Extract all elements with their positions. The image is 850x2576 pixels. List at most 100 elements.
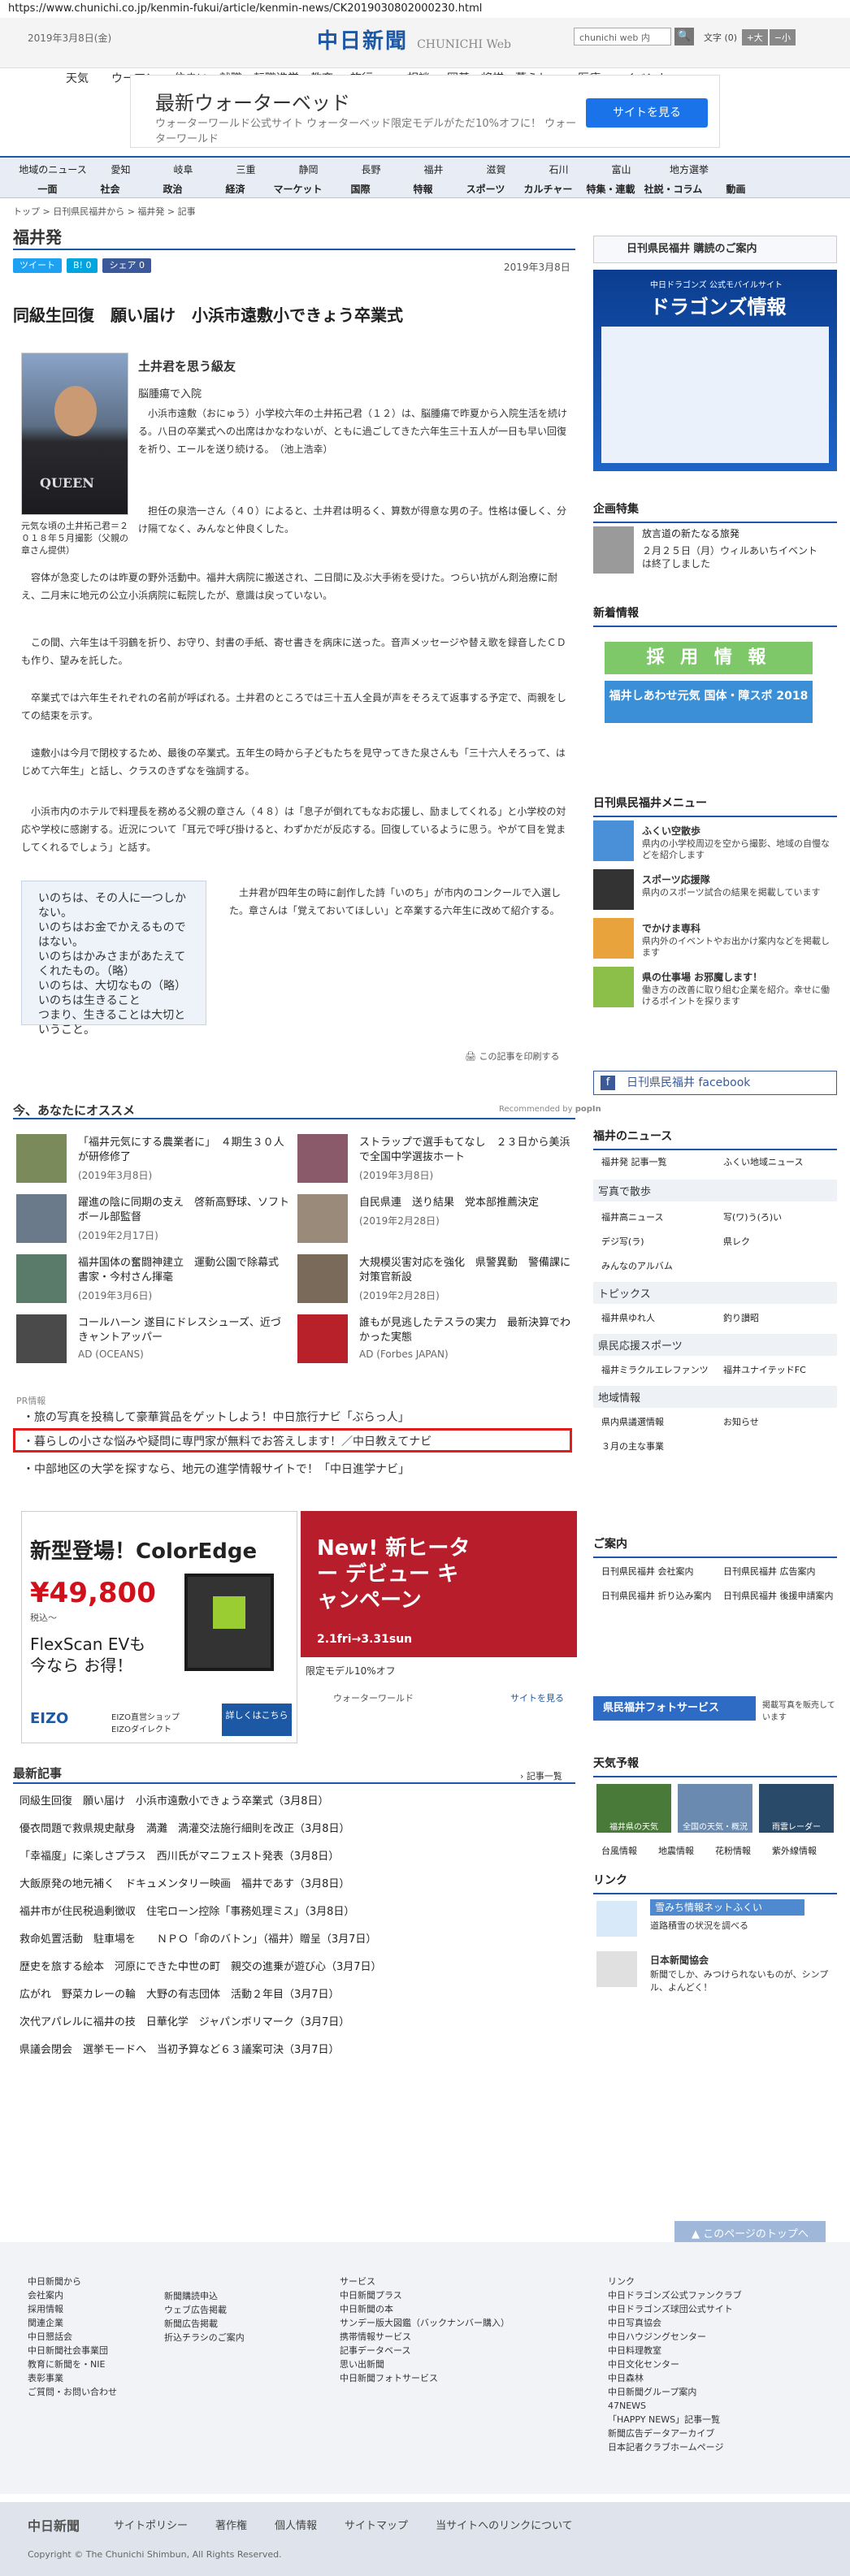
section-nav-item[interactable]: 社説・コラム xyxy=(642,182,705,196)
recommend-thumb[interactable] xyxy=(297,1134,348,1183)
footer-link[interactable]: 中日新聞の本 xyxy=(340,2302,559,2316)
recommend-item[interactable]: コールハーン 遂目にドレスシューズ、近づきャントアッパー AD (OCEANS) xyxy=(16,1313,293,1366)
pr-link-text[interactable]: 旅の写真を投稿して豪華賞品をゲットしよう！中日旅行ナビ「ぶらっ人」 xyxy=(34,1411,410,1424)
section-nav-item[interactable]: 社会 xyxy=(79,182,141,196)
footer-link[interactable]: 中日新聞グループ案内 xyxy=(608,2385,835,2399)
section-nav-item[interactable]: 経済 xyxy=(204,182,267,196)
menu-thumb[interactable] xyxy=(593,820,634,861)
footer-link[interactable]: 関連企業 xyxy=(28,2316,141,2330)
footer-link[interactable]: 中日新聞フォトサービス xyxy=(340,2371,559,2385)
region-nav-item[interactable]: 滋賀 xyxy=(465,162,527,176)
region-nav-item[interactable]: 愛知 xyxy=(89,162,152,176)
waterworld-sub[interactable]: 限定モデル10%オフ xyxy=(306,1664,396,1678)
footer-link[interactable]: リンク xyxy=(608,2275,835,2288)
footer-logo[interactable]: 中日新聞 xyxy=(28,2515,80,2535)
facebook-banner[interactable]: f 日刊県民福井 facebook xyxy=(593,1071,837,1095)
section-nav-item[interactable]: スポーツ xyxy=(454,182,517,196)
footer-link[interactable]: 中日ドラゴンズ公式ファンクラブ xyxy=(608,2288,835,2302)
section-nav-item[interactable]: 動画 xyxy=(705,182,767,196)
tenki-link[interactable]: 台風情報 xyxy=(601,1844,637,1857)
footer-link[interactable]: サンデー版大図鑑（バックナンバー購入） xyxy=(340,2316,559,2330)
tenki-national[interactable]: 全国の天気・概況 xyxy=(678,1784,752,1833)
kikaku-thumb[interactable] xyxy=(593,526,634,574)
recommend-by-label[interactable]: Recommended by xyxy=(499,1105,573,1114)
eizo-logo[interactable]: EIZO xyxy=(30,1710,68,1727)
recommend-item[interactable]: 躍進の陰に同期の支え 啓新高野球、ソフトボール部監督 (2019年2月17日) xyxy=(16,1193,293,1246)
recent-news-item[interactable]: 次代アパレルに福井の技 日華化学 ジャパンボリマーク（3月7日） xyxy=(20,2013,349,2028)
menu-title[interactable]: スポーツ応援隊 xyxy=(642,872,710,886)
footer-link[interactable]: 中日新聞プラス xyxy=(340,2288,559,2302)
ad-visit-button[interactable]: サイトを見る xyxy=(586,98,708,128)
waterworld-brand[interactable]: ウォーターワールド xyxy=(333,1691,414,1704)
recent-news-item[interactable]: 同級生回復 願い届け 小浜市遠敷小できょう卒業式（3月8日） xyxy=(20,1792,329,1808)
recommend-item[interactable]: 「福井元気にする農業者に」 ４期生３０人が研修修了 (2019年3月8日) xyxy=(16,1132,293,1186)
facebook-label[interactable]: 日刊県民福井 facebook xyxy=(627,1076,750,1089)
pr-link-text[interactable]: 暮らしの小さな悩みや疑問に専門家が無料でお答えします！／中日教えてナビ xyxy=(34,1435,432,1448)
logo-main[interactable]: 中日新聞 xyxy=(317,29,408,54)
region-nav-item[interactable]: 福井 xyxy=(402,162,465,176)
ad-title[interactable]: 最新ウォーターベッド xyxy=(155,87,350,115)
shiawase-banner[interactable]: 福井しあわせ元気 国体・障スポ 2018 xyxy=(605,681,813,723)
footer-link[interactable]: 中日森林 xyxy=(608,2371,835,2385)
pr-link[interactable]: ・暮らしの小さな悩みや疑問に専門家が無料でお答えします！／中日教えてナビ xyxy=(23,1433,432,1449)
recommend-item[interactable]: ストラップで選手もてなし ２３日から美浜で全国中学選抜ホート (2019年3月8日… xyxy=(297,1132,574,1186)
recommend-title[interactable]: 大規模災害対応を強化 県警異動 警備課に対策官新設 xyxy=(359,1256,570,1285)
waterworld-headline[interactable]: New! 新ヒーター デビュー キャンペーン xyxy=(317,1535,479,1613)
footer-link[interactable]: 「HAPPY NEWS」記事一覧 xyxy=(608,2413,835,2427)
top-banner-ad[interactable]: 最新ウォーターベッド ウォーターワールド公式サイト ウォーターベッド限定モデルが… xyxy=(130,75,720,148)
recent-news-more[interactable]: › 記事一覧 xyxy=(520,1769,562,1782)
recommend-item[interactable]: 福井国体の奮闘神建立 運動公園で除幕式 書家・今村さん揮毫 (2019年3月6日) xyxy=(16,1253,293,1306)
recommend-title[interactable]: 福井国体の奮闘神建立 運動公園で除幕式 書家・今村さん揮毫 xyxy=(78,1256,289,1285)
eizo-shop[interactable]: EIZO直営ショップ EIZOダイレクト xyxy=(111,1710,201,1734)
footer-link[interactable]: 新聞広告データアーカイブ xyxy=(608,2427,835,2440)
waterworld-ad[interactable]: New! 新ヒーター デビュー キャンペーン 2.1fri→3.31sun xyxy=(301,1511,577,1657)
region-nav-item[interactable]: 石川 xyxy=(527,162,590,176)
footer-link[interactable]: 新聞購読申込 xyxy=(164,2289,302,2303)
goannai-link[interactable]: 日刊県民福井 広告案内 xyxy=(723,1565,816,1578)
section-nav-item[interactable]: 特集・連載 xyxy=(579,182,642,196)
footer-policy-link[interactable]: サイトポリシー xyxy=(114,2517,188,2532)
tenki-fukui[interactable]: 福井県の天気 xyxy=(596,1784,671,1833)
yukimichi-logo[interactable] xyxy=(596,1901,637,1937)
recommend-thumb[interactable] xyxy=(16,1314,67,1363)
text-size-bigger-button[interactable]: +大 xyxy=(741,29,768,45)
tenki-link[interactable]: 紫外線情報 xyxy=(772,1844,817,1857)
pr-link[interactable]: ・旅の写真を投稿して豪華賞品をゲットしよう！中日旅行ナビ「ぶらっ人」 xyxy=(23,1409,410,1425)
dragons-screens[interactable] xyxy=(601,327,829,463)
eizo-headline[interactable]: 新型登場！ColorEdge xyxy=(30,1535,257,1565)
footer-link[interactable]: 中日料理教室 xyxy=(608,2344,835,2357)
region-nav-item[interactable]: 三重 xyxy=(215,162,277,176)
search-input[interactable]: chunichi web 内 xyxy=(574,28,671,45)
subscribe-banner[interactable]: 日刊県民福井 購読のご案内 xyxy=(593,236,837,263)
footer-link[interactable]: ウェブ広告掲載 xyxy=(164,2303,302,2317)
region-nav-item[interactable]: 岐阜 xyxy=(152,162,215,176)
footer-link[interactable]: サービス xyxy=(340,2275,559,2288)
footer-copyright-link[interactable]: 著作権 xyxy=(215,2517,247,2532)
recommend-thumb[interactable] xyxy=(16,1194,67,1243)
footer-link[interactable]: 中日新聞から xyxy=(28,2275,141,2288)
footer-link[interactable]: 中日新聞社会事業団 xyxy=(28,2344,141,2357)
fukui-link[interactable]: 福井発 記事一覧 xyxy=(601,1155,667,1168)
goannai-link[interactable]: 日刊県民福井 会社案内 xyxy=(601,1565,694,1578)
menu-thumb[interactable] xyxy=(593,869,634,910)
section-nav-item[interactable]: 国際 xyxy=(329,182,392,196)
recommend-thumb[interactable] xyxy=(297,1254,348,1303)
footer-link[interactable]: 中日懇話会 xyxy=(28,2330,141,2344)
recommend-title[interactable]: 自民県連 送り結果 党本部推薦決定 xyxy=(359,1196,570,1210)
recommend-title[interactable]: 誰もが見逃したテスラの実力 最新決算でわかった実態 xyxy=(359,1316,570,1345)
tenki-link[interactable]: 地震情報 xyxy=(658,1844,694,1857)
region-nav-item[interactable]: 富山 xyxy=(590,162,653,176)
sports-link[interactable]: 福井ミラクルエレファンツ xyxy=(601,1363,709,1376)
yukimichi-title[interactable]: 雪みち情報ネットふくい xyxy=(650,1899,804,1916)
goannai-link[interactable]: 日刊県民福井 折り込み案内 xyxy=(601,1589,712,1602)
area-link[interactable]: 県内県議選情報 xyxy=(601,1415,664,1428)
region-nav-item[interactable]: 地域のニュース xyxy=(16,162,89,176)
footer-link[interactable]: 日本記者クラブホームページ xyxy=(608,2440,835,2454)
region-nav-item[interactable]: 長野 xyxy=(340,162,402,176)
site-logo[interactable]: 中日新聞 CHUNICHI Web xyxy=(317,24,511,54)
photo-link[interactable]: 県レク xyxy=(723,1235,750,1248)
section-nav-item[interactable]: カルチャー xyxy=(517,182,579,196)
recent-news-item[interactable]: 県議会閉会 選挙モードへ 当初予算など６３議案可決（3月7日） xyxy=(20,2041,340,2056)
section-nav-item[interactable]: 特報 xyxy=(392,182,454,196)
footer-link[interactable]: 中日文化センター xyxy=(608,2357,835,2371)
